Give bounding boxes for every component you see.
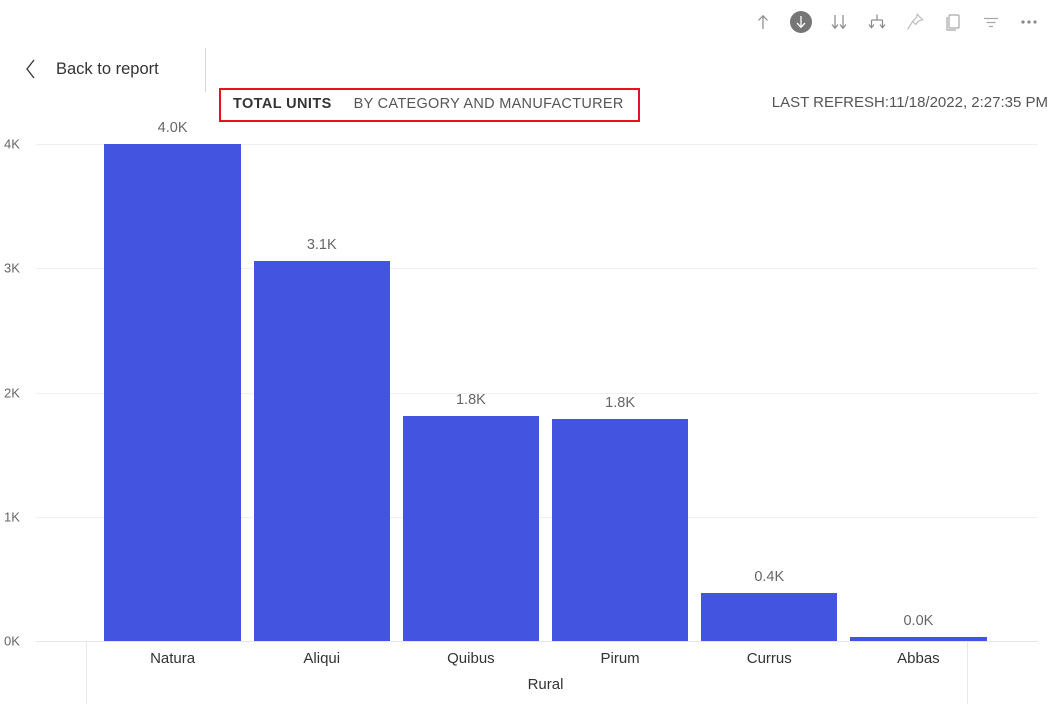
x-axis-line: [36, 641, 1038, 642]
drill-down-icon[interactable]: [820, 3, 858, 41]
bar-chart: 0K 1K 2K 3K 4K 4.0K Natura 3.1K Aliqui 1.8K Quibus…: [0, 104, 1062, 704]
bar-value-label: 0.4K: [754, 568, 785, 585]
header-divider: [205, 48, 206, 92]
x-axis-category-label[interactable]: Quibus: [447, 650, 495, 667]
y-axis-tick-label: 0K: [4, 633, 20, 649]
y-axis-tick-label: 4K: [4, 136, 20, 152]
x-axis-category-label[interactable]: Pirum: [600, 650, 639, 667]
x-axis-group-label[interactable]: Rural: [528, 676, 564, 693]
bar-value-label: 0.0K: [903, 613, 934, 629]
bar-abbas[interactable]: [850, 637, 987, 641]
expand-all-icon[interactable]: [858, 3, 896, 41]
bar-aliqui[interactable]: [253, 260, 390, 641]
back-to-report-link[interactable]: Back to report: [56, 56, 159, 82]
focus-mode-icon[interactable]: [934, 3, 972, 41]
chart-plot-area[interactable]: 0K 1K 2K 3K 4K 4.0K Natura 3.1K Aliqui 1.8K Quibus…: [0, 104, 1062, 704]
axis-group-separator: [86, 642, 87, 704]
pin-icon[interactable]: [896, 3, 934, 41]
export-up-icon[interactable]: [744, 3, 782, 41]
visual-header: Back to report TOTAL UNITS BY CATEGORY A…: [0, 44, 1062, 122]
more-options-icon[interactable]: [1010, 3, 1048, 41]
y-axis-tick-label: 3K: [4, 260, 20, 276]
x-axis-category-label[interactable]: Currus: [747, 650, 792, 667]
x-axis-category-label[interactable]: Natura: [150, 650, 195, 667]
bar-value-label: 1.8K: [605, 394, 635, 411]
bar-currus[interactable]: [701, 592, 838, 641]
bar-natura[interactable]: [104, 144, 241, 641]
bar-value-label: 1.8K: [455, 392, 486, 409]
report-visual-page: Back to report TOTAL UNITS BY CATEGORY A…: [0, 0, 1062, 704]
bar-value-label: 4.0K: [157, 120, 188, 136]
bar-quibus[interactable]: [402, 416, 540, 641]
bar-pirum[interactable]: [551, 418, 689, 641]
y-axis-tick-label: 1K: [4, 509, 20, 525]
axis-group-separator: [967, 642, 968, 704]
download-circle-icon[interactable]: [782, 3, 820, 41]
filter-icon[interactable]: [972, 3, 1010, 41]
visual-toolbar: [0, 0, 1062, 44]
back-chevron-icon[interactable]: [22, 56, 40, 82]
y-axis-tick-label: 2K: [4, 385, 20, 400]
x-axis-category-label[interactable]: Aliqui: [303, 650, 340, 667]
x-axis-category-label[interactable]: Abbas: [897, 650, 940, 667]
bar-value-label: 3.1K: [306, 236, 337, 253]
